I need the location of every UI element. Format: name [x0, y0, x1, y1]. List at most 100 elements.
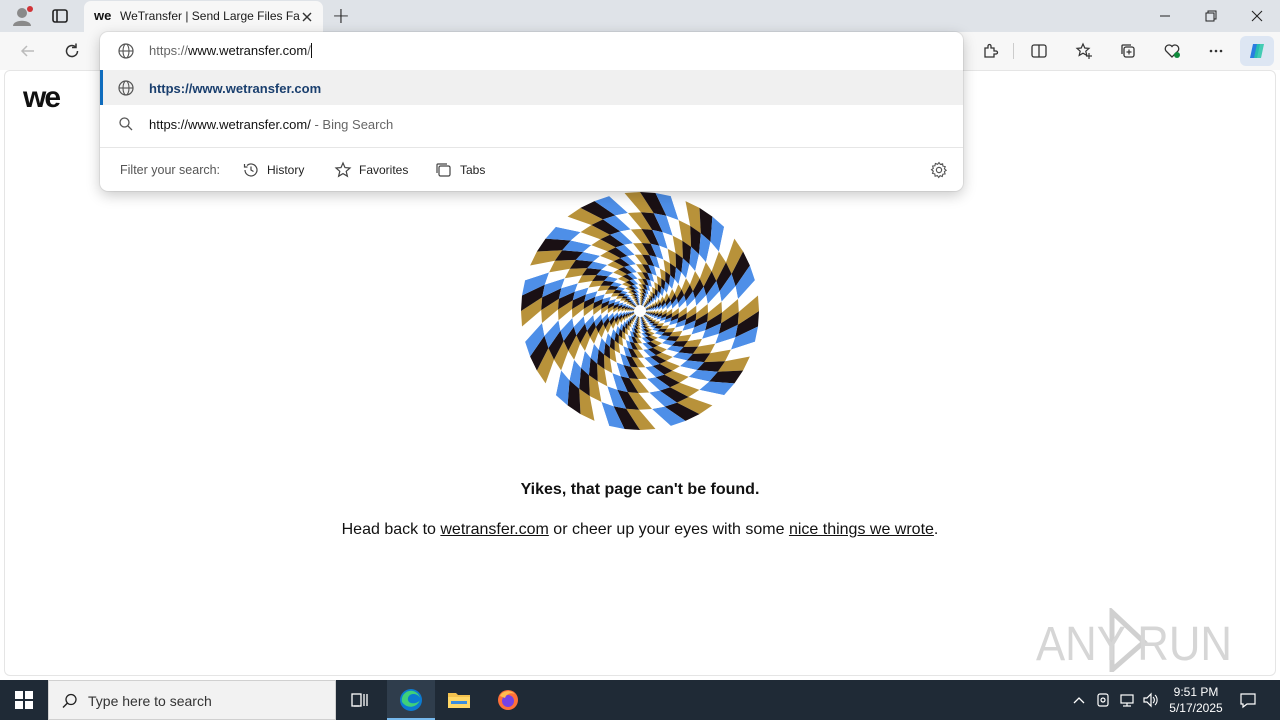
svg-text:we: we: [23, 83, 60, 113]
favorites-button[interactable]: [1066, 32, 1102, 70]
filter-history-label: History: [267, 163, 305, 177]
restore-icon: [1205, 10, 1217, 22]
svg-text:ANY RUN: ANY RUN: [1036, 618, 1232, 671]
refresh-icon: [65, 43, 79, 58]
edge-taskbar-button[interactable]: [387, 680, 435, 720]
minimize-button[interactable]: [1142, 0, 1188, 32]
refresh-button[interactable]: [54, 32, 90, 70]
extensions-button[interactable]: [973, 32, 1009, 70]
back-button[interactable]: [10, 32, 46, 70]
filter-label: Filter your search:: [120, 163, 221, 177]
browser-essentials-button[interactable]: [1154, 32, 1190, 70]
file-explorer-button[interactable]: [435, 680, 483, 720]
filter-tabs-button[interactable]: Tabs: [435, 159, 485, 181]
clock-date: 5/17/2025: [1169, 701, 1223, 715]
error-message-text-3: .: [933, 521, 939, 538]
text-cursor: [310, 43, 312, 58]
address-host: www.wetransfer.com: [188, 43, 308, 58]
gear-icon: [930, 161, 948, 179]
globe-icon: [117, 79, 135, 97]
minimize-icon: [1160, 15, 1170, 17]
suggestion-url-text: https://www.wetransfer.com: [149, 81, 322, 96]
more-horizontal-icon: [1209, 49, 1223, 53]
task-view-icon: [351, 693, 368, 707]
browser-title-bar: we WeTransfer | Send Large Files Fast +: [0, 0, 1280, 32]
show-hidden-icons-button[interactable]: [1068, 680, 1090, 720]
wetransfer-favicon-icon: we: [93, 8, 112, 23]
volume-button[interactable]: [1140, 680, 1162, 720]
network-icon: [1120, 694, 1134, 707]
tab-actions-icon[interactable]: [48, 4, 72, 28]
copilot-icon: [1250, 44, 1264, 58]
address-bar-dropdown: https://www.wetransfer.com/ https://www.…: [100, 32, 963, 191]
heart-pulse-icon: [1164, 44, 1180, 58]
filter-favorites-label: Favorites: [359, 163, 409, 177]
speaker-icon: [1143, 692, 1158, 708]
error-message: Head back to wetransfer.com or cheer up …: [0, 521, 1280, 539]
wetransfer-home-link[interactable]: wetransfer.com: [440, 521, 548, 538]
suggestion-selected-marker: [100, 70, 103, 105]
settings-more-button[interactable]: [1198, 32, 1234, 70]
clock-time: 9:51 PM: [1173, 685, 1219, 699]
edge-icon: [400, 689, 422, 711]
windows-taskbar: Type here to search 9:51 PM 5/17/2025: [0, 680, 1280, 720]
anyrun-watermark: ANY RUN: [1036, 606, 1236, 676]
error-title: Yikes, that page can't be found.: [520, 481, 760, 498]
address-globe-icon: [117, 42, 135, 60]
taskbar-search-placeholder: Type here to search: [88, 693, 212, 709]
history-icon: [243, 163, 258, 177]
suggestion-row-search[interactable]: https://www.wetransfer.com/ - Bing Searc…: [100, 106, 963, 141]
collections-button[interactable]: [1110, 32, 1146, 70]
meet-now-button[interactable]: [1092, 680, 1114, 720]
svg-text:we: we: [94, 9, 111, 23]
firefox-button[interactable]: [484, 680, 532, 720]
start-button[interactable]: [0, 680, 48, 720]
split-screen-icon: [1031, 44, 1047, 58]
plus-icon: +: [331, 3, 351, 29]
filter-tabs-label: Tabs: [460, 163, 486, 177]
copilot-button[interactable]: [1240, 36, 1274, 66]
spiral-illusion-image: [521, 192, 759, 430]
suggestion-search-engine: - Bing Search: [310, 117, 394, 132]
restore-button[interactable]: [1188, 0, 1234, 32]
close-icon: [1251, 10, 1263, 22]
clock[interactable]: 9:51 PM 5/17/2025: [1164, 680, 1228, 720]
address-prefix: https://: [149, 43, 189, 58]
close-window-button[interactable]: [1234, 0, 1280, 32]
star-plus-icon: [1075, 42, 1092, 59]
folder-icon: [448, 693, 470, 708]
search-icon: [62, 693, 77, 708]
puzzle-icon: [984, 43, 999, 58]
error-message-text-2: or cheer up your eyes with some: [548, 521, 789, 538]
tab-wetransfer[interactable]: we WeTransfer | Send Large Files Fast: [84, 1, 323, 32]
suggestion-row-url[interactable]: https://www.wetransfer.com: [100, 70, 963, 105]
back-arrow-icon: [20, 45, 34, 57]
taskbar-search-box[interactable]: Type here to search: [48, 680, 336, 720]
profile-avatar-icon[interactable]: [8, 4, 36, 28]
device-icon: [1097, 693, 1109, 707]
split-screen-button[interactable]: [1021, 32, 1057, 70]
notifications-button[interactable]: [1234, 680, 1262, 720]
collections-icon: [1121, 44, 1135, 58]
new-tab-button[interactable]: +: [328, 3, 354, 29]
suggestion-search-query: https://www.wetransfer.com/: [149, 117, 311, 132]
dropdown-divider: [100, 147, 963, 148]
chevron-up-icon: [1073, 697, 1085, 704]
filter-favorites-button[interactable]: Favorites: [334, 159, 408, 181]
suggestion-search-text: https://www.wetransfer.com/ - Bing Searc…: [149, 117, 393, 132]
wetransfer-logo[interactable]: we: [22, 81, 71, 114]
close-tab-icon[interactable]: [298, 8, 316, 26]
toolbar-divider: [1013, 43, 1014, 59]
address-input[interactable]: https://www.wetransfer.com/: [149, 43, 312, 58]
search-settings-button[interactable]: [929, 160, 949, 180]
task-view-button[interactable]: [336, 680, 384, 720]
tabs-icon: [436, 163, 451, 177]
windows-logo-icon: [15, 691, 33, 709]
filter-history-button[interactable]: History: [242, 159, 304, 181]
tab-title: WeTransfer | Send Large Files Fast: [120, 9, 300, 23]
firefox-icon: [498, 690, 518, 710]
error-message-text-1: Head back to: [341, 521, 441, 538]
network-button[interactable]: [1116, 680, 1138, 720]
search-icon: [117, 115, 135, 133]
nice-things-link[interactable]: nice things we wrote: [789, 521, 934, 538]
